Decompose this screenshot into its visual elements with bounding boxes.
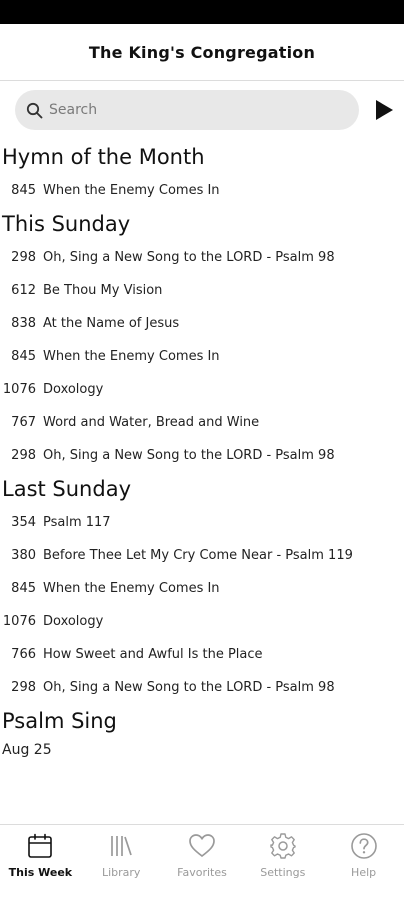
hymn-number: 298 <box>11 250 36 265</box>
hymn-number: 767 <box>11 415 36 430</box>
tab-label: Favorites <box>177 866 227 879</box>
hymn-number: 845 <box>11 349 36 364</box>
hymn-number: 845 <box>11 581 36 596</box>
library-icon <box>106 831 136 861</box>
hymn-title: When the Enemy Comes In <box>43 349 220 364</box>
hymn-number: 838 <box>11 316 36 331</box>
section-psalm-sing: Psalm Sing Aug 25 <box>0 704 404 762</box>
tab-label: This Week <box>8 866 73 879</box>
tab-this-week[interactable]: This Week <box>0 825 81 900</box>
hymn-number: 354 <box>11 515 36 530</box>
hymn-list: 354 Psalm 117 380 Before Thee Let My Cry… <box>0 506 404 704</box>
hymn-number: 1076 <box>2 614 36 629</box>
hymn-number: 1076 <box>2 382 36 397</box>
section-title: Psalm Sing <box>2 709 117 733</box>
tab-settings[interactable]: Settings <box>242 825 323 900</box>
tab-library[interactable]: Library <box>81 825 162 900</box>
list-item[interactable]: 1076 Doxology <box>0 373 404 406</box>
list-item[interactable]: 845 When the Enemy Comes In <box>0 340 404 373</box>
hymn-number: 845 <box>11 183 36 198</box>
section-title: Hymn of the Month <box>2 145 205 169</box>
tab-label: Settings <box>260 866 306 879</box>
search-icon <box>25 101 43 119</box>
hymn-number: 298 <box>11 680 36 695</box>
hymn-title: Word and Water, Bread and Wine <box>43 415 260 430</box>
list-item[interactable]: 845 When the Enemy Comes In <box>0 174 404 207</box>
hymn-title: Oh, Sing a New Song to the LORD - Psalm … <box>43 448 335 463</box>
hymn-title: When the Enemy Comes In <box>43 581 220 596</box>
list-item[interactable]: 298 Oh, Sing a New Song to the LORD - Ps… <box>0 241 404 274</box>
section-hymn-of-the-month: Hymn of the Month 845 When the Enemy Com… <box>0 140 404 207</box>
list-item[interactable]: 380 Before Thee Let My Cry Come Near - P… <box>0 539 404 572</box>
hymn-title: When the Enemy Comes In <box>43 183 220 198</box>
hymn-number: 612 <box>11 283 36 298</box>
list-item[interactable]: 612 Be Thou My Vision <box>0 274 404 307</box>
tab-favorites[interactable]: Favorites <box>162 825 243 900</box>
play-button[interactable] <box>372 98 396 122</box>
search-input[interactable] <box>49 102 329 118</box>
hymn-number: 766 <box>11 647 36 662</box>
heart-icon <box>187 831 217 861</box>
list-item[interactable]: 767 Word and Water, Bread and Wine <box>0 406 404 439</box>
hymn-title: How Sweet and Awful Is the Place <box>43 647 263 662</box>
main-content: Hymn of the Month 845 When the Enemy Com… <box>0 140 404 824</box>
hymn-title: Psalm 117 <box>43 515 111 530</box>
section-last-sunday: Last Sunday 354 Psalm 117 380 Before The… <box>0 472 404 704</box>
hymn-title: Oh, Sing a New Song to the LORD - Psalm … <box>43 680 335 695</box>
app-header: The King's Congregation <box>0 24 404 81</box>
hymn-list: 845 When the Enemy Comes In <box>0 174 404 207</box>
list-item[interactable]: 298 Oh, Sing a New Song to the LORD - Ps… <box>0 439 404 472</box>
section-this-sunday: This Sunday 298 Oh, Sing a New Song to t… <box>0 207 404 472</box>
section-date: Aug 25 <box>2 742 52 758</box>
section-title: Last Sunday <box>2 477 131 501</box>
help-icon <box>349 831 379 861</box>
hymn-title: Before Thee Let My Cry Come Near - Psalm… <box>43 548 353 563</box>
gear-icon <box>268 831 298 861</box>
hymn-title: At the Name of Jesus <box>43 316 180 331</box>
list-item[interactable]: 845 When the Enemy Comes In <box>0 572 404 605</box>
tab-label: Library <box>101 866 141 879</box>
play-icon <box>376 100 393 120</box>
hymn-title: Doxology <box>43 614 104 629</box>
hymn-list: 298 Oh, Sing a New Song to the LORD - Ps… <box>0 241 404 472</box>
calendar-icon <box>25 831 55 861</box>
section-title: This Sunday <box>2 212 131 236</box>
list-item[interactable]: 298 Oh, Sing a New Song to the LORD - Ps… <box>0 671 404 704</box>
hymn-number: 298 <box>11 448 36 463</box>
hymn-title: Oh, Sing a New Song to the LORD - Psalm … <box>43 250 335 265</box>
page-title: The King's Congregation <box>88 42 316 62</box>
list-item[interactable]: 354 Psalm 117 <box>0 506 404 539</box>
hymn-number: 380 <box>11 548 36 563</box>
list-item[interactable]: 766 How Sweet and Awful Is the Place <box>0 638 404 671</box>
tab-help[interactable]: Help <box>323 825 404 900</box>
tab-label: Help <box>351 866 377 879</box>
list-item[interactable]: 1076 Doxology <box>0 605 404 638</box>
search-box[interactable] <box>15 90 359 130</box>
hymn-title: Be Thou My Vision <box>43 283 163 298</box>
status-bar <box>0 0 404 24</box>
tab-bar: This Week Library Favorites Settings Hel… <box>0 824 404 900</box>
hymn-title: Doxology <box>43 382 104 397</box>
list-item[interactable]: 838 At the Name of Jesus <box>0 307 404 340</box>
search-row <box>0 90 404 130</box>
